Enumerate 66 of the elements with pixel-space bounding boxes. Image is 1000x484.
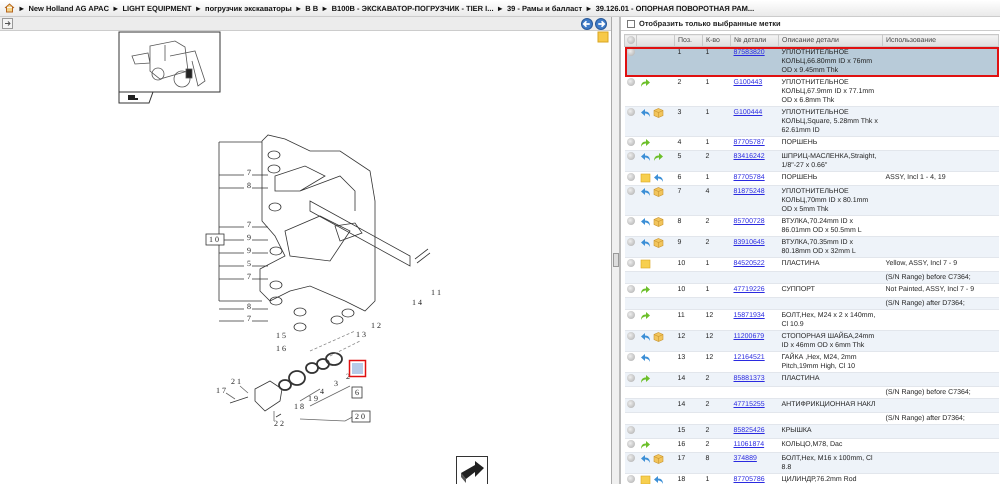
expand-icon[interactable] [626, 353, 634, 361]
return-arrow-icon[interactable] [652, 173, 664, 183]
callout-number[interactable]: 1 8 [294, 402, 304, 411]
home-icon[interactable] [4, 3, 15, 13]
forward-button[interactable] [595, 18, 607, 30]
return-arrow-icon[interactable] [640, 454, 650, 464]
callout-number[interactable]: 1 3 [356, 330, 366, 339]
checkbox[interactable] [627, 20, 635, 28]
callout-number[interactable]: 2 1 [231, 377, 241, 386]
expand-icon[interactable] [626, 217, 634, 225]
expand-icon[interactable] [626, 48, 634, 56]
callout-number[interactable]: 9 [247, 233, 251, 242]
forward-arrow-icon[interactable] [640, 285, 650, 295]
expand-icon[interactable] [626, 259, 634, 267]
back-button[interactable] [581, 18, 593, 30]
box-icon[interactable] [652, 108, 664, 118]
box-icon[interactable] [652, 238, 664, 248]
callout-number[interactable]: 1 9 [308, 394, 318, 403]
forward-arrow-icon[interactable] [640, 311, 650, 321]
callout-number[interactable]: 8 [247, 302, 251, 311]
box-icon[interactable] [652, 217, 664, 227]
export-button[interactable] [2, 18, 13, 29]
forward-arrow-icon[interactable] [640, 374, 650, 384]
note-icon[interactable] [640, 259, 650, 269]
callout-number[interactable]: 1 1 [431, 288, 441, 297]
machine-thumbnail[interactable] [118, 32, 220, 104]
callout-number[interactable]: 1 2 [371, 321, 381, 330]
callout-number[interactable]: 9 [247, 246, 251, 255]
callout-number[interactable]: 2 2 [274, 419, 284, 428]
return-arrow-icon[interactable] [652, 475, 664, 484]
overview-button[interactable] [456, 456, 488, 484]
expand-all-icon[interactable] [627, 36, 635, 44]
splitter-handle[interactable] [613, 253, 619, 267]
callout-number[interactable]: 7 [247, 272, 251, 281]
box-icon[interactable] [652, 454, 664, 464]
expand-icon[interactable] [626, 311, 634, 319]
expand-icon[interactable] [626, 475, 634, 483]
forward-arrow-icon[interactable] [640, 138, 650, 148]
note-icon[interactable] [640, 173, 650, 183]
return-arrow-icon[interactable] [640, 353, 650, 363]
callout-number[interactable]: 5 [247, 259, 251, 268]
forward-arrow-icon[interactable] [640, 78, 650, 88]
callout-number[interactable]: 4 [320, 387, 324, 396]
callout-number[interactable]: 3 [334, 379, 338, 388]
callout-number[interactable]: 8 [247, 181, 251, 190]
callout-number[interactable]: 7 [247, 168, 251, 177]
return-arrow-icon[interactable] [640, 187, 650, 197]
return-arrow-icon[interactable] [640, 238, 650, 248]
callout-number[interactable]: 1 7 [216, 386, 226, 395]
box-icon[interactable] [652, 332, 664, 342]
expand-icon[interactable] [626, 78, 634, 86]
forward-arrow-icon[interactable] [640, 440, 650, 450]
return-arrow-icon[interactable] [640, 108, 650, 118]
callout-number[interactable]: 1 5 [276, 331, 286, 340]
return-arrow-icon[interactable] [640, 152, 650, 162]
expand-icon[interactable] [626, 285, 634, 293]
part-marker-icon[interactable] [348, 360, 366, 378]
return-arrow-icon[interactable] [640, 217, 650, 227]
return-arrow-icon[interactable] [640, 332, 650, 342]
callout-number[interactable]: 1 6 [276, 344, 286, 353]
forward-arrow-icon[interactable] [652, 152, 664, 162]
truck-icon [128, 95, 138, 100]
callout-number[interactable]: 7 [247, 314, 251, 323]
callout-number[interactable]: 1 4 [412, 298, 422, 307]
callout-number[interactable]: 7 [247, 220, 251, 229]
box-icon[interactable] [652, 187, 664, 197]
